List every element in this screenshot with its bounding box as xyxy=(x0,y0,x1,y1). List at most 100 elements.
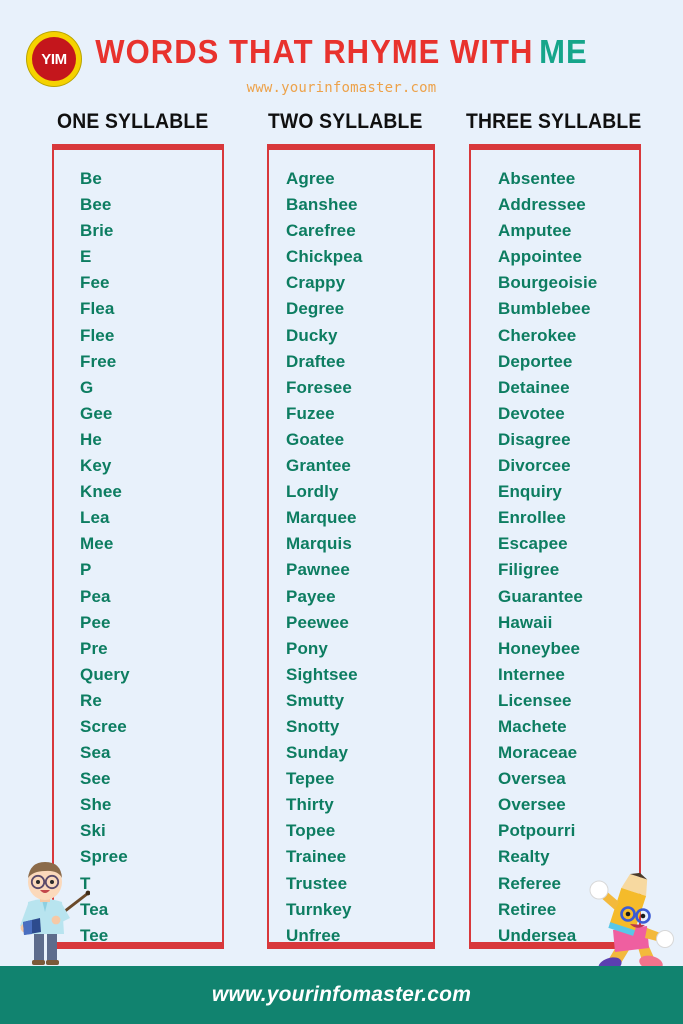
word-item: Smutty xyxy=(286,690,345,710)
word-item: Sunday xyxy=(286,743,349,763)
word-item: Tepee xyxy=(286,769,335,789)
word-item: Crappy xyxy=(286,273,346,293)
word-item: Pony xyxy=(286,638,328,658)
word-item: E xyxy=(80,247,92,267)
word-item: Bumblebee xyxy=(498,299,591,319)
word-item: See xyxy=(80,769,111,789)
word-item: Addressee xyxy=(498,195,586,215)
word-item: Brie xyxy=(80,221,114,241)
header-website-url: www.yourinfomaster.com xyxy=(246,80,437,96)
word-item: Pee xyxy=(80,612,111,632)
word-box-three-syllable: Absentee Addressee Amputee Appointee Bourgeo… xyxy=(469,144,641,949)
word-item: Cherokee xyxy=(498,325,577,345)
word-item: Guarantee xyxy=(498,586,583,606)
word-item: Oversee xyxy=(498,795,566,815)
word-item: Pea xyxy=(80,586,111,606)
page-footer: www.yourinfomaster.com xyxy=(0,966,683,1024)
word-item: Grantee xyxy=(286,456,351,476)
word-item: Unfree xyxy=(286,925,341,945)
word-item: Hawaii xyxy=(498,612,553,632)
word-item: Deportee xyxy=(498,351,573,371)
word-item: Escapee xyxy=(498,534,568,554)
word-item: Peewee xyxy=(286,612,349,632)
word-item: Licensee xyxy=(498,690,572,710)
word-item: Trustee xyxy=(286,873,348,893)
word-item: She xyxy=(80,795,112,815)
word-item: He xyxy=(80,429,102,449)
column-heading-one-syllable: ONE SYLLABLE xyxy=(57,110,209,133)
word-item: Thirty xyxy=(286,795,334,815)
word-item: Flee xyxy=(80,325,115,345)
teacher-illustration xyxy=(20,862,90,965)
word-item: Key xyxy=(80,456,112,476)
page-title-main: WORDS THAT RHYME WITH xyxy=(95,33,534,70)
word-item: Payee xyxy=(286,586,336,606)
word-item: Mee xyxy=(80,534,114,554)
word-item: Realty xyxy=(498,847,550,867)
word-item: Enrollee xyxy=(498,508,566,528)
word-item: P xyxy=(80,560,92,580)
word-item: Sightsee xyxy=(286,664,358,684)
word-item: Internee xyxy=(498,664,565,684)
word-item: Bourgeoisie xyxy=(498,273,598,293)
word-item: Free xyxy=(80,351,117,371)
word-item: Moraceae xyxy=(498,743,578,763)
word-item: Oversea xyxy=(498,769,566,789)
word-item: Pawnee xyxy=(286,560,350,580)
word-item: Flea xyxy=(80,299,115,319)
word-item: Banshee xyxy=(286,195,358,215)
word-item: Gee xyxy=(80,403,113,423)
page-title: WORDS THAT RHYME WITH ME xyxy=(20,33,662,71)
column-headings: ONE SYLLABLE TWO SYLLABLE THREE SYLLABLE xyxy=(0,110,683,140)
word-item: Devotee xyxy=(498,403,565,423)
column-heading-three-syllable: THREE SYLLABLE xyxy=(466,110,642,133)
word-item: Knee xyxy=(80,482,122,502)
word-item: Lordly xyxy=(286,482,339,502)
page-header: YIM WORDS THAT RHYME WITH ME www.yourinfo… xyxy=(0,0,683,108)
word-item: Amputee xyxy=(498,221,572,241)
word-item: Goatee xyxy=(286,429,345,449)
word-item: Sea xyxy=(80,743,111,763)
word-item: Degree xyxy=(286,299,345,319)
word-item: Enquiry xyxy=(498,482,562,502)
pencil-mascot-illustration xyxy=(589,872,674,974)
word-item: Ducky xyxy=(286,325,338,345)
word-item: Potpourri xyxy=(498,821,576,841)
word-list-two-syllable: Agree Banshee Carefree Chickpea Crappy Degree… xyxy=(269,150,433,949)
word-item: Trainee xyxy=(286,847,347,867)
footer-website-url: www.yourinfomaster.com xyxy=(211,983,472,1006)
word-item: Re xyxy=(80,690,102,710)
word-item: Fuzee xyxy=(286,403,335,423)
word-list-three-syllable: Absentee Addressee Amputee Appointee Bourgeo… xyxy=(471,150,639,949)
page-title-accent: ME xyxy=(539,33,588,70)
word-item: Marquis xyxy=(286,534,352,554)
word-item: Carefree xyxy=(286,221,356,241)
word-item: Pre xyxy=(80,638,108,658)
word-item: Be xyxy=(80,169,102,188)
word-item: Agree xyxy=(286,169,335,188)
word-item: Scree xyxy=(80,716,127,736)
word-item: Foresee xyxy=(286,377,352,397)
word-item: Appointee xyxy=(498,247,583,267)
word-item: Bee xyxy=(80,195,112,215)
word-item: Turnkey xyxy=(286,899,352,919)
word-item: Snotty xyxy=(286,716,340,736)
word-item: Ski xyxy=(80,821,106,841)
word-item: Topee xyxy=(286,821,336,841)
word-box-two-syllable: Agree Banshee Carefree Chickpea Crappy Degree… xyxy=(267,144,435,949)
word-item: Chickpea xyxy=(286,247,363,267)
word-item: Detainee xyxy=(498,377,570,397)
word-item: Disagree xyxy=(498,429,571,449)
word-item: Divorcee xyxy=(498,456,571,476)
word-item: Filigree xyxy=(498,560,560,580)
word-item: Lea xyxy=(80,508,110,528)
word-box-one-syllable: Be Bee Brie E Fee Flea Flee Free G Gee He Key Knee Le… xyxy=(52,144,224,949)
column-heading-two-syllable: TWO SYLLABLE xyxy=(268,110,423,133)
word-list-one-syllable: Be Bee Brie E Fee Flea Flee Free G Gee He Key Knee Le… xyxy=(54,150,222,949)
word-item: Machete xyxy=(498,716,567,736)
word-item: Query xyxy=(80,664,130,684)
word-item: Absentee xyxy=(498,169,576,188)
word-item: G xyxy=(80,377,94,397)
word-item: Honeybee xyxy=(498,638,581,658)
word-item: Draftee xyxy=(286,351,346,371)
